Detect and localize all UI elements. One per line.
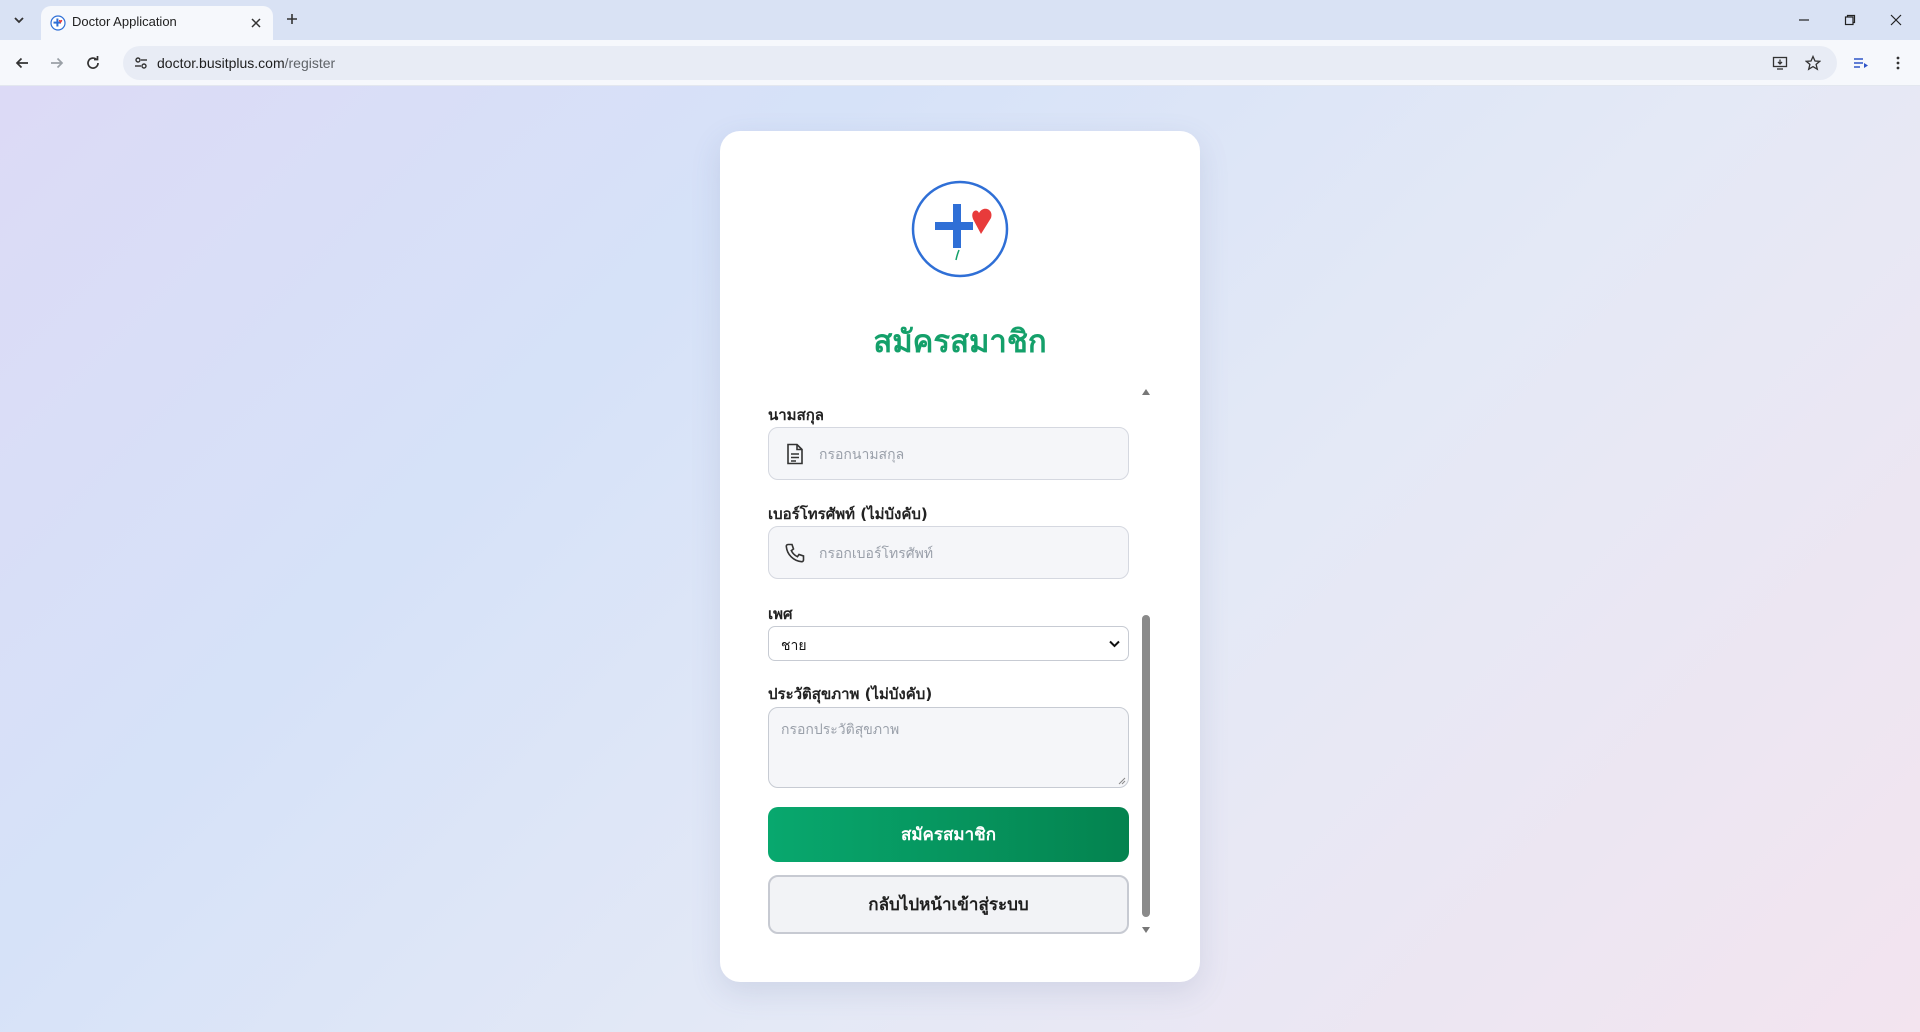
- tune-icon: [135, 57, 147, 69]
- star-icon: [1805, 55, 1821, 71]
- url-path: /register: [284, 55, 336, 71]
- close-icon: [251, 18, 261, 28]
- resize-handle-icon[interactable]: [1116, 775, 1126, 785]
- back-button[interactable]: [9, 50, 35, 76]
- scrollbar-thumb[interactable]: [1142, 615, 1150, 917]
- lastname-input[interactable]: กรอกนามสกุล: [768, 427, 1129, 480]
- install-app-button[interactable]: [1770, 53, 1790, 73]
- phone-placeholder: กรอกเบอร์โทรศัพท์: [819, 546, 934, 562]
- page-viewport: สมัครสมาชิก นามสกุล กรอกนามสกุล เบอร์โทร…: [0, 86, 1920, 1032]
- lastname-label: นามสกุล: [768, 406, 824, 424]
- tab-strip: Doctor Application: [0, 0, 1920, 40]
- media-controls-icon: [1854, 58, 1868, 68]
- restore-button[interactable]: [1827, 6, 1873, 34]
- reload-button[interactable]: [80, 50, 106, 76]
- health-history-textarea[interactable]: กรอกประวัติสุขภาพ: [768, 707, 1129, 788]
- document-icon: [783, 442, 807, 466]
- plus-icon: [287, 14, 297, 24]
- scroll-up-arrow-icon[interactable]: [1141, 387, 1151, 397]
- arrow-right-icon: [51, 57, 64, 69]
- address-bar[interactable]: doctor.busitplus.com/register: [123, 46, 1837, 80]
- app-favicon-icon: [50, 15, 66, 31]
- browser-menu-button[interactable]: [1888, 53, 1908, 73]
- restore-icon: [1844, 14, 1856, 26]
- minimize-icon: [1799, 19, 1809, 21]
- more-vert-icon: [1896, 56, 1900, 70]
- bookmark-button[interactable]: [1803, 53, 1823, 73]
- reading-mode-button[interactable]: [1851, 53, 1871, 73]
- phone-icon: [783, 541, 807, 565]
- gender-select[interactable]: ชาย: [768, 626, 1129, 661]
- window-close-button[interactable]: [1873, 6, 1919, 34]
- gender-label: เพศ: [768, 605, 793, 623]
- doctor-app-logo: [911, 180, 1009, 278]
- form-scrollbar[interactable]: [1140, 387, 1152, 937]
- tab-close-button[interactable]: [247, 14, 265, 32]
- page-title: สมัครสมาชิก: [873, 324, 1047, 360]
- register-button[interactable]: สมัครสมาชิก: [768, 807, 1129, 862]
- lastname-placeholder: กรอกนามสกุล: [819, 447, 905, 463]
- phone-label: เบอร์โทรศัพท์ (ไม่บังคับ): [768, 505, 928, 523]
- install-icon: [1772, 56, 1788, 70]
- chevron-down-icon: [14, 17, 24, 24]
- url-host: doctor.busitplus.com: [157, 55, 285, 71]
- new-tab-button[interactable]: [281, 8, 303, 30]
- register-card: สมัครสมาชิก นามสกุล กรอกนามสกุล เบอร์โทร…: [720, 131, 1200, 982]
- browser-tab[interactable]: Doctor Application: [41, 6, 273, 40]
- minimize-button[interactable]: [1781, 6, 1827, 34]
- register-form: นามสกุล กรอกนามสกุล เบอร์โทรศัพท์ (ไม่บั…: [768, 391, 1132, 936]
- tab-title: Doctor Application: [72, 14, 177, 29]
- chevron-down-icon: [1108, 638, 1120, 650]
- scroll-down-arrow-icon[interactable]: [1141, 925, 1151, 935]
- health-history-label: ประวัติสุขภาพ (ไม่บังคับ): [768, 685, 933, 703]
- reload-icon: [87, 56, 99, 69]
- forward-button[interactable]: [44, 50, 70, 76]
- back-to-login-button[interactable]: กลับไปหน้าเข้าสู่ระบบ: [768, 875, 1129, 934]
- arrow-left-icon: [15, 57, 28, 69]
- site-info-button[interactable]: [131, 53, 151, 73]
- phone-input[interactable]: กรอกเบอร์โทรศัพท์: [768, 526, 1129, 579]
- tab-search-button[interactable]: [8, 9, 30, 31]
- close-icon: [1890, 14, 1902, 26]
- health-history-placeholder: กรอกประวัติสุขภาพ: [781, 722, 900, 738]
- gender-selected-value: ชาย: [781, 638, 807, 654]
- url-text: doctor.busitplus.com/register: [157, 55, 335, 71]
- browser-toolbar: doctor.busitplus.com/register: [0, 40, 1920, 86]
